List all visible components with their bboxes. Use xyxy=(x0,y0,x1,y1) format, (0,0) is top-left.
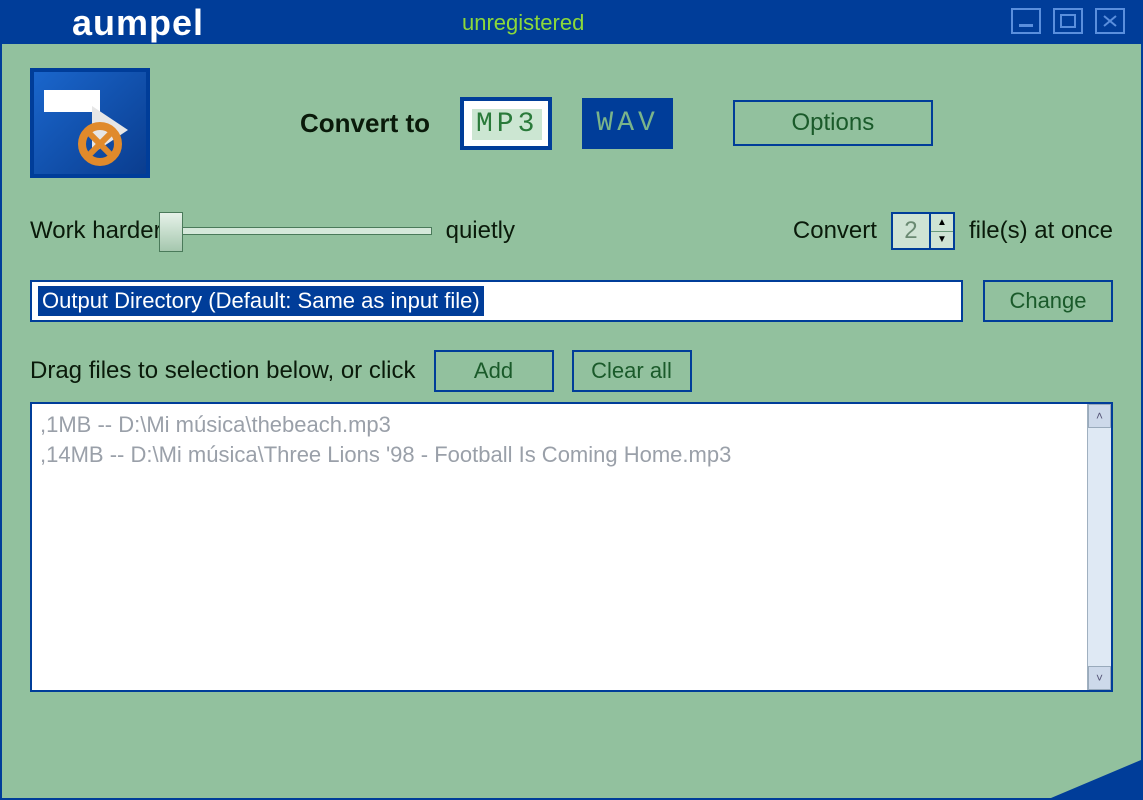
concurrency-value[interactable] xyxy=(893,214,929,248)
priority-row: Work harder quietly Convert ▲ ▼ file(s) … xyxy=(30,212,1113,250)
scroll-up-button[interactable]: ˄ xyxy=(1088,404,1111,428)
close-icon xyxy=(1102,14,1118,28)
options-button[interactable]: Options xyxy=(733,100,933,146)
format-wav-label: WAV xyxy=(592,108,662,139)
scroll-down-button[interactable]: ˅ xyxy=(1088,666,1111,690)
clear-all-button[interactable]: Clear all xyxy=(572,350,692,392)
format-wav-button[interactable]: WAV xyxy=(582,98,672,149)
spinner-up-button[interactable]: ▲ xyxy=(931,214,953,232)
app-window: aumpel unregistered Convert to MP3 xyxy=(0,0,1143,800)
list-item[interactable]: ,1MB -- D:\Mi música\thebeach.mp3 xyxy=(40,410,1103,440)
resize-grip-icon[interactable] xyxy=(1051,760,1141,798)
window-controls xyxy=(1011,8,1125,34)
scrollbar[interactable]: ˄ ˅ xyxy=(1087,404,1111,690)
concurrency-prefix: Convert xyxy=(793,217,877,245)
title-status: unregistered xyxy=(462,10,584,36)
file-actions-row: Drag files to selection below, or click … xyxy=(30,350,1113,392)
output-directory-field[interactable]: Output Directory (Default: Same as input… xyxy=(30,280,963,322)
concurrency-suffix: file(s) at once xyxy=(969,217,1113,245)
add-button[interactable]: Add xyxy=(434,350,554,392)
change-button[interactable]: Change xyxy=(983,280,1113,322)
format-mp3-label: MP3 xyxy=(470,107,542,140)
maximize-button[interactable] xyxy=(1053,8,1083,34)
concurrency-spinner[interactable]: ▲ ▼ xyxy=(891,212,955,250)
maximize-icon xyxy=(1060,14,1076,28)
close-button[interactable] xyxy=(1095,8,1125,34)
app-title: aumpel xyxy=(72,2,204,44)
priority-slider[interactable] xyxy=(176,227,432,235)
top-row: Convert to MP3 WAV Options xyxy=(30,68,1113,178)
output-row: Output Directory (Default: Same as input… xyxy=(30,280,1113,322)
format-mp3-button[interactable]: MP3 xyxy=(460,97,552,150)
minimize-button[interactable] xyxy=(1011,8,1041,34)
app-logo-icon xyxy=(30,68,150,178)
titlebar: aumpel unregistered xyxy=(2,2,1141,44)
priority-right-label: quietly xyxy=(446,217,515,245)
drag-instruction: Drag files to selection below, or click xyxy=(30,357,416,385)
output-directory-text: Output Directory (Default: Same as input… xyxy=(38,286,484,316)
minimize-icon xyxy=(1018,14,1034,28)
priority-left-label: Work harder xyxy=(30,217,162,245)
file-list[interactable]: ,1MB -- D:\Mi música\thebeach.mp3 ,14MB … xyxy=(30,402,1113,692)
list-item[interactable]: ,14MB -- D:\Mi música\Three Lions '98 - … xyxy=(40,440,1103,470)
spinner-down-button[interactable]: ▼ xyxy=(931,232,953,249)
slider-thumb[interactable] xyxy=(159,212,183,252)
convert-to-label: Convert to xyxy=(300,108,430,139)
content-area: Convert to MP3 WAV Options Work harder q… xyxy=(2,44,1141,798)
